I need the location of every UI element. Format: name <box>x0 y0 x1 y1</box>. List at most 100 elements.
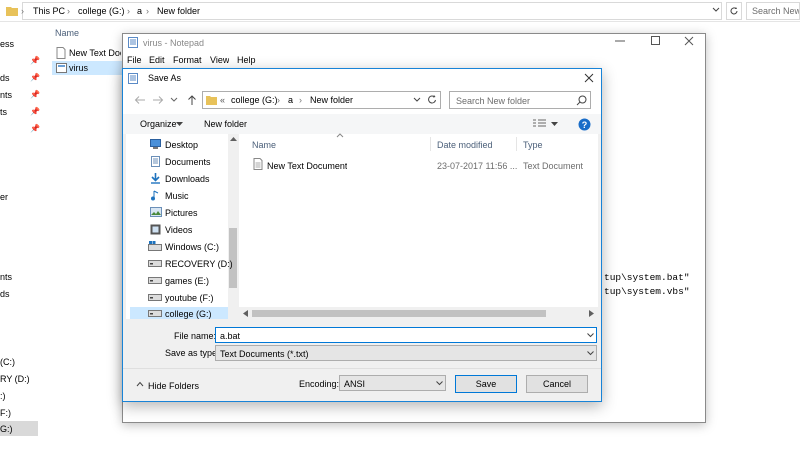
nav-fragment[interactable]: ds <box>0 73 10 83</box>
new-folder-button[interactable]: New folder <box>204 119 247 129</box>
path-new-folder[interactable]: New folder <box>310 95 353 105</box>
music-icon <box>150 190 161 201</box>
explorer-file-item[interactable]: virus <box>69 63 88 73</box>
up-arrow-icon[interactable] <box>187 94 197 106</box>
nav-fragment[interactable]: nts <box>0 90 12 100</box>
tree-scrollbar-thumb[interactable] <box>229 228 237 288</box>
menu-view[interactable]: View <box>210 55 229 65</box>
scroll-left-icon[interactable] <box>243 310 248 317</box>
column-separator[interactable] <box>516 137 517 151</box>
notepad-text-line[interactable]: tup\system.vbs" <box>604 286 690 297</box>
folder-icon <box>6 5 18 16</box>
recent-locations-icon[interactable] <box>170 97 178 103</box>
help-icon[interactable]: ? <box>578 118 591 131</box>
notepad-text-line[interactable]: tup\system.bat" <box>604 272 690 283</box>
pin-icon[interactable]: 📌 <box>30 107 40 116</box>
tree-item-recovery-d[interactable]: RECOVERY (D:) <box>165 259 233 269</box>
path-a[interactable]: a <box>288 95 293 105</box>
downloads-icon <box>150 173 161 184</box>
nav-fragment[interactable]: ds <box>0 289 10 299</box>
tree-scrollbar[interactable] <box>228 134 238 319</box>
dialog-search-input[interactable]: Search New folder <box>449 91 591 109</box>
maximize-button[interactable] <box>650 36 662 46</box>
nav-fragment[interactable]: (C:) <box>0 357 15 367</box>
refresh-icon[interactable] <box>426 93 438 106</box>
chevron-down-icon[interactable] <box>436 381 443 386</box>
save-as-type-select[interactable]: Text Documents (*.txt) <box>215 345 597 361</box>
address-dropdown-icon[interactable] <box>413 97 421 103</box>
nav-fragment[interactable]: er <box>0 192 8 202</box>
explorer-search-input[interactable]: Search New f <box>746 2 800 20</box>
menu-edit[interactable]: Edit <box>149 55 165 65</box>
path-overflow[interactable]: « <box>220 95 225 105</box>
pin-icon[interactable]: 📌 <box>30 73 40 82</box>
drive-icon <box>148 293 162 301</box>
file-name-input[interactable]: a.bat <box>215 327 597 343</box>
tree-item-windows-c[interactable]: Windows (C:) <box>165 242 219 252</box>
tree-item-documents[interactable]: Documents <box>165 157 211 167</box>
breadcrumb-separator: › <box>21 6 24 16</box>
close-button[interactable] <box>683 36 695 46</box>
save-button[interactable]: Save <box>455 375 517 393</box>
tree-item-downloads[interactable]: Downloads <box>165 174 210 184</box>
horizontal-scrollbar-thumb[interactable] <box>252 310 546 317</box>
encoding-select[interactable]: ANSI <box>339 375 446 391</box>
tree-item-pictures[interactable]: Pictures <box>165 208 198 218</box>
tree-edge <box>126 134 130 319</box>
view-options-icon[interactable] <box>533 118 547 130</box>
hide-folders-button[interactable]: Hide Folders <box>148 381 199 391</box>
menu-help[interactable]: Help <box>237 55 256 65</box>
explorer-file-item[interactable]: New Text Docu <box>69 48 121 58</box>
tree-item-games-e[interactable]: games (E:) <box>165 276 209 286</box>
pictures-icon <box>150 207 162 217</box>
drive-icon <box>148 259 162 267</box>
scroll-up-icon[interactable] <box>230 137 237 142</box>
cancel-button[interactable]: Cancel <box>526 375 588 393</box>
nav-fragment[interactable]: ts <box>0 107 7 117</box>
back-arrow-icon[interactable] <box>134 95 146 105</box>
breadcrumb-new-folder[interactable]: New folder <box>157 6 200 16</box>
chevron-down-icon[interactable] <box>587 351 594 356</box>
nav-fragment[interactable]: RY (D:) <box>0 374 30 384</box>
forward-arrow-icon[interactable] <box>152 95 164 105</box>
pin-icon[interactable]: 📌 <box>30 90 40 99</box>
nav-fragment[interactable]: nts <box>0 272 12 282</box>
chevron-down-icon[interactable] <box>551 122 558 127</box>
nav-fragment[interactable]: :) <box>0 391 6 401</box>
address-dropdown-icon[interactable] <box>712 7 720 13</box>
chevron-down-icon[interactable] <box>176 122 183 127</box>
column-header-type[interactable]: Type <box>523 140 543 150</box>
breadcrumb-this-pc[interactable]: This PC <box>33 6 65 16</box>
drive-icon <box>148 309 162 317</box>
minimize-button[interactable] <box>614 36 626 46</box>
chevron-down-icon[interactable] <box>587 333 594 338</box>
refresh-button[interactable] <box>726 2 742 20</box>
dialog-close-button[interactable] <box>584 73 594 83</box>
breadcrumb-separator: › <box>299 95 302 105</box>
path-college[interactable]: college (G:) <box>231 95 278 105</box>
tree-item-music[interactable]: Music <box>165 191 189 201</box>
nav-fragment[interactable]: F:) <box>0 408 11 418</box>
file-list-pane[interactable] <box>239 134 598 307</box>
explorer-column-name[interactable]: Name <box>55 28 79 38</box>
organize-button[interactable]: Organize <box>140 119 177 129</box>
column-header-date[interactable]: Date modified <box>437 140 493 150</box>
nav-fragment[interactable]: ess <box>0 39 14 49</box>
tree-item-desktop[interactable]: Desktop <box>165 140 198 150</box>
scroll-right-icon[interactable] <box>589 310 594 317</box>
dialog-command-bar <box>123 114 601 134</box>
tree-item-college-g[interactable]: college (G:) <box>165 309 212 319</box>
column-header-name[interactable]: Name <box>252 140 276 150</box>
file-row-name[interactable]: New Text Document <box>267 161 347 171</box>
pin-icon[interactable]: 📌 <box>30 56 40 65</box>
menu-file[interactable]: File <box>127 55 142 65</box>
chevron-up-icon[interactable] <box>136 381 144 387</box>
nav-fragment[interactable]: G:) <box>0 424 13 434</box>
menu-format[interactable]: Format <box>173 55 202 65</box>
breadcrumb-a[interactable]: a <box>137 6 142 16</box>
column-separator[interactable] <box>430 137 431 151</box>
breadcrumb-college[interactable]: college (G:) <box>78 6 125 16</box>
pin-icon[interactable]: 📌 <box>30 124 40 133</box>
tree-item-youtube-f[interactable]: youtube (F:) <box>165 293 214 303</box>
tree-item-videos[interactable]: Videos <box>165 225 192 235</box>
